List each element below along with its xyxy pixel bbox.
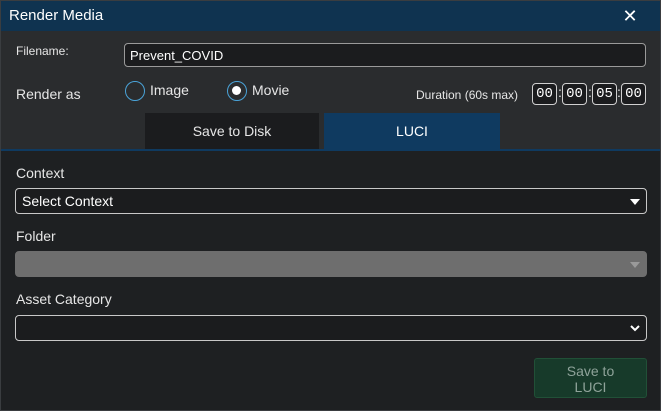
folder-label: Folder xyxy=(16,228,56,244)
dropdown-arrow-icon xyxy=(630,262,640,268)
filename-input[interactable] xyxy=(124,43,646,67)
context-select-value: Select Context xyxy=(22,193,114,209)
duration-seconds-field[interactable]: 05 xyxy=(592,83,617,105)
radio-movie-label[interactable]: Movie xyxy=(252,82,289,98)
duration-hours-field[interactable]: 00 xyxy=(532,83,557,105)
close-icon[interactable]: ✕ xyxy=(620,6,640,26)
dropdown-arrow-icon xyxy=(630,199,640,205)
radio-image-label[interactable]: Image xyxy=(150,82,189,98)
folder-select xyxy=(15,251,647,277)
filename-label: Filename: xyxy=(16,44,69,58)
save-to-luci-label: Save to LUCI xyxy=(566,363,615,395)
radio-image[interactable] xyxy=(125,81,145,101)
dialog-title: Render Media xyxy=(9,7,104,24)
save-to-luci-button[interactable]: Save to LUCI xyxy=(534,358,647,398)
title-bar: Render Media ✕ xyxy=(1,1,660,31)
context-label: Context xyxy=(16,165,65,181)
render-media-dialog: Render Media ✕ Filename: Render as Image… xyxy=(0,0,661,411)
asset-category-select[interactable] xyxy=(15,315,647,341)
asset-category-label: Asset Category xyxy=(16,291,112,307)
tab-luci[interactable]: LUCI xyxy=(324,113,500,149)
radio-movie[interactable] xyxy=(227,81,247,101)
duration-minutes-field[interactable]: 00 xyxy=(562,83,587,105)
render-as-label: Render as xyxy=(16,86,81,102)
render-options-panel: Filename: Render as Image Movie Duration… xyxy=(1,31,660,149)
context-select[interactable]: Select Context xyxy=(15,188,647,214)
tab-divider xyxy=(1,149,660,151)
tab-save-to-disk[interactable]: Save to Disk xyxy=(145,113,319,149)
duration-frames-field[interactable]: 00 xyxy=(621,83,646,105)
duration-label: Duration (60s max) xyxy=(416,88,519,102)
chevron-down-icon xyxy=(630,325,640,332)
